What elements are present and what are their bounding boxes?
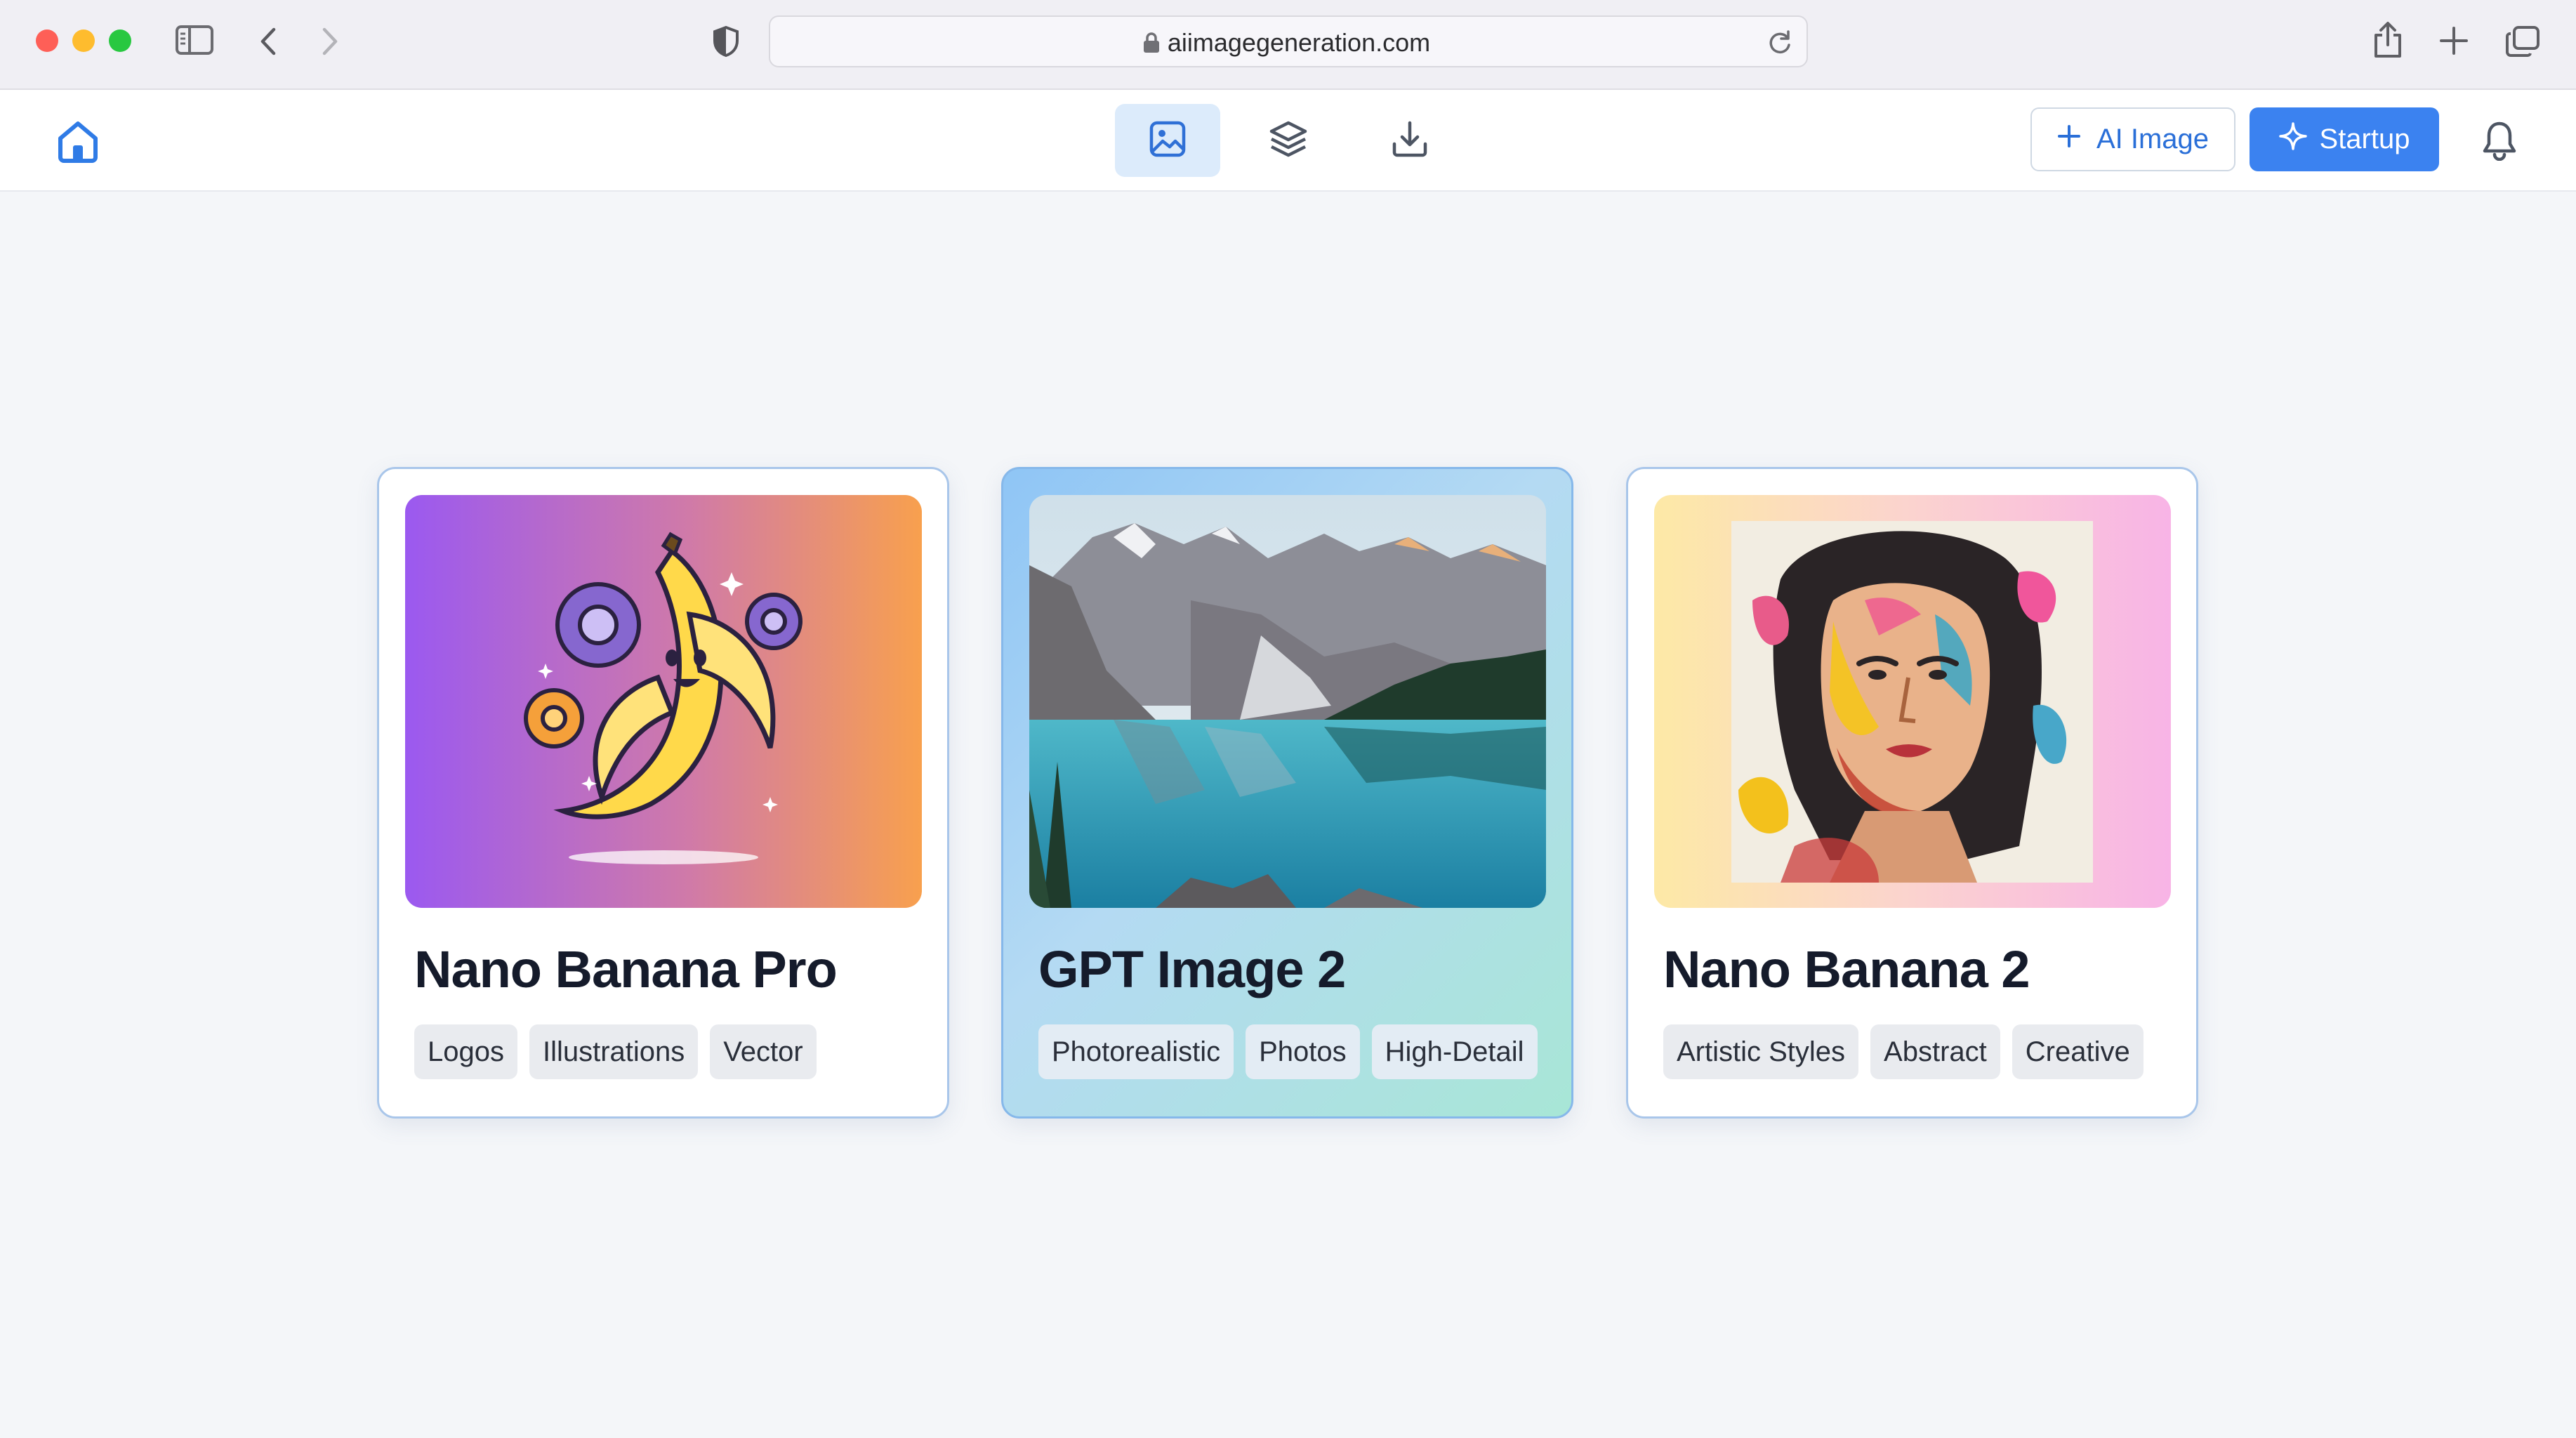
startup-button[interactable]: Startup (2250, 107, 2439, 171)
app-header: AI Image Startup (0, 90, 2576, 192)
tag[interactable]: Illustrations (529, 1024, 699, 1079)
back-icon[interactable] (258, 27, 278, 56)
tag[interactable]: High-Detail (1371, 1024, 1538, 1079)
tag[interactable]: Photos (1246, 1024, 1360, 1079)
browser-toolbar: aiimagegeneration.com (0, 0, 2576, 90)
tag[interactable]: Artistic Styles (1663, 1024, 1859, 1079)
tab-overview-icon[interactable] (2505, 25, 2540, 58)
card-image-portrait (1654, 495, 2171, 908)
tag[interactable]: Abstract (1870, 1024, 2000, 1079)
privacy-shield-icon[interactable] (712, 25, 740, 58)
card-title: Nano Banana Pro (414, 940, 838, 998)
new-tab-icon[interactable] (2440, 27, 2468, 55)
download-icon (1391, 120, 1429, 161)
tag-list: Logos Illustrations Vector (414, 1024, 817, 1079)
home-icon[interactable] (53, 117, 103, 167)
startup-button-label: Startup (2319, 124, 2410, 154)
tab-downloads[interactable] (1357, 104, 1462, 177)
maximize-window-button[interactable] (109, 29, 131, 52)
tag[interactable]: Creative (2012, 1024, 2144, 1079)
address-bar[interactable]: aiimagegeneration.com (769, 15, 1808, 67)
reload-icon[interactable] (1767, 29, 1792, 60)
card-image-landscape (1029, 495, 1546, 908)
close-window-button[interactable] (36, 29, 58, 52)
plus-icon (2057, 124, 2081, 155)
card-image-banana (405, 495, 922, 908)
sparkle-icon (2278, 121, 2307, 157)
image-icon (1149, 120, 1187, 161)
tag[interactable]: Photorealistic (1038, 1024, 1234, 1079)
bell-icon[interactable] (2478, 118, 2521, 163)
tag[interactable]: Logos (414, 1024, 517, 1079)
card-title: Nano Banana 2 (1663, 940, 2030, 998)
layers-icon (1269, 120, 1308, 161)
sidebar-toggle-icon[interactable] (176, 25, 213, 55)
model-card-nano-banana-pro[interactable]: Nano Banana Pro Logos Illustrations Vect… (377, 467, 949, 1119)
card-title: GPT Image 2 (1038, 940, 1346, 998)
minimize-window-button[interactable] (72, 29, 95, 52)
tag[interactable]: Vector (710, 1024, 817, 1079)
tag-list: Photorealistic Photos High-Detail (1038, 1024, 1538, 1079)
ai-image-button[interactable]: AI Image (2030, 107, 2235, 171)
tab-images[interactable] (1115, 104, 1220, 177)
ai-image-button-label: AI Image (2096, 124, 2210, 154)
tag-list: Artistic Styles Abstract Creative (1663, 1024, 2144, 1079)
url-text: aiimagegeneration.com (1167, 28, 1431, 57)
forward-icon[interactable] (320, 27, 340, 56)
model-card-nano-banana-2[interactable]: Nano Banana 2 Artistic Styles Abstract C… (1626, 467, 2198, 1119)
model-card-gpt-image-2[interactable]: GPT Image 2 Photorealistic Photos High-D… (1001, 467, 1573, 1119)
tab-layers[interactable] (1236, 104, 1341, 177)
share-icon[interactable] (2372, 21, 2404, 59)
